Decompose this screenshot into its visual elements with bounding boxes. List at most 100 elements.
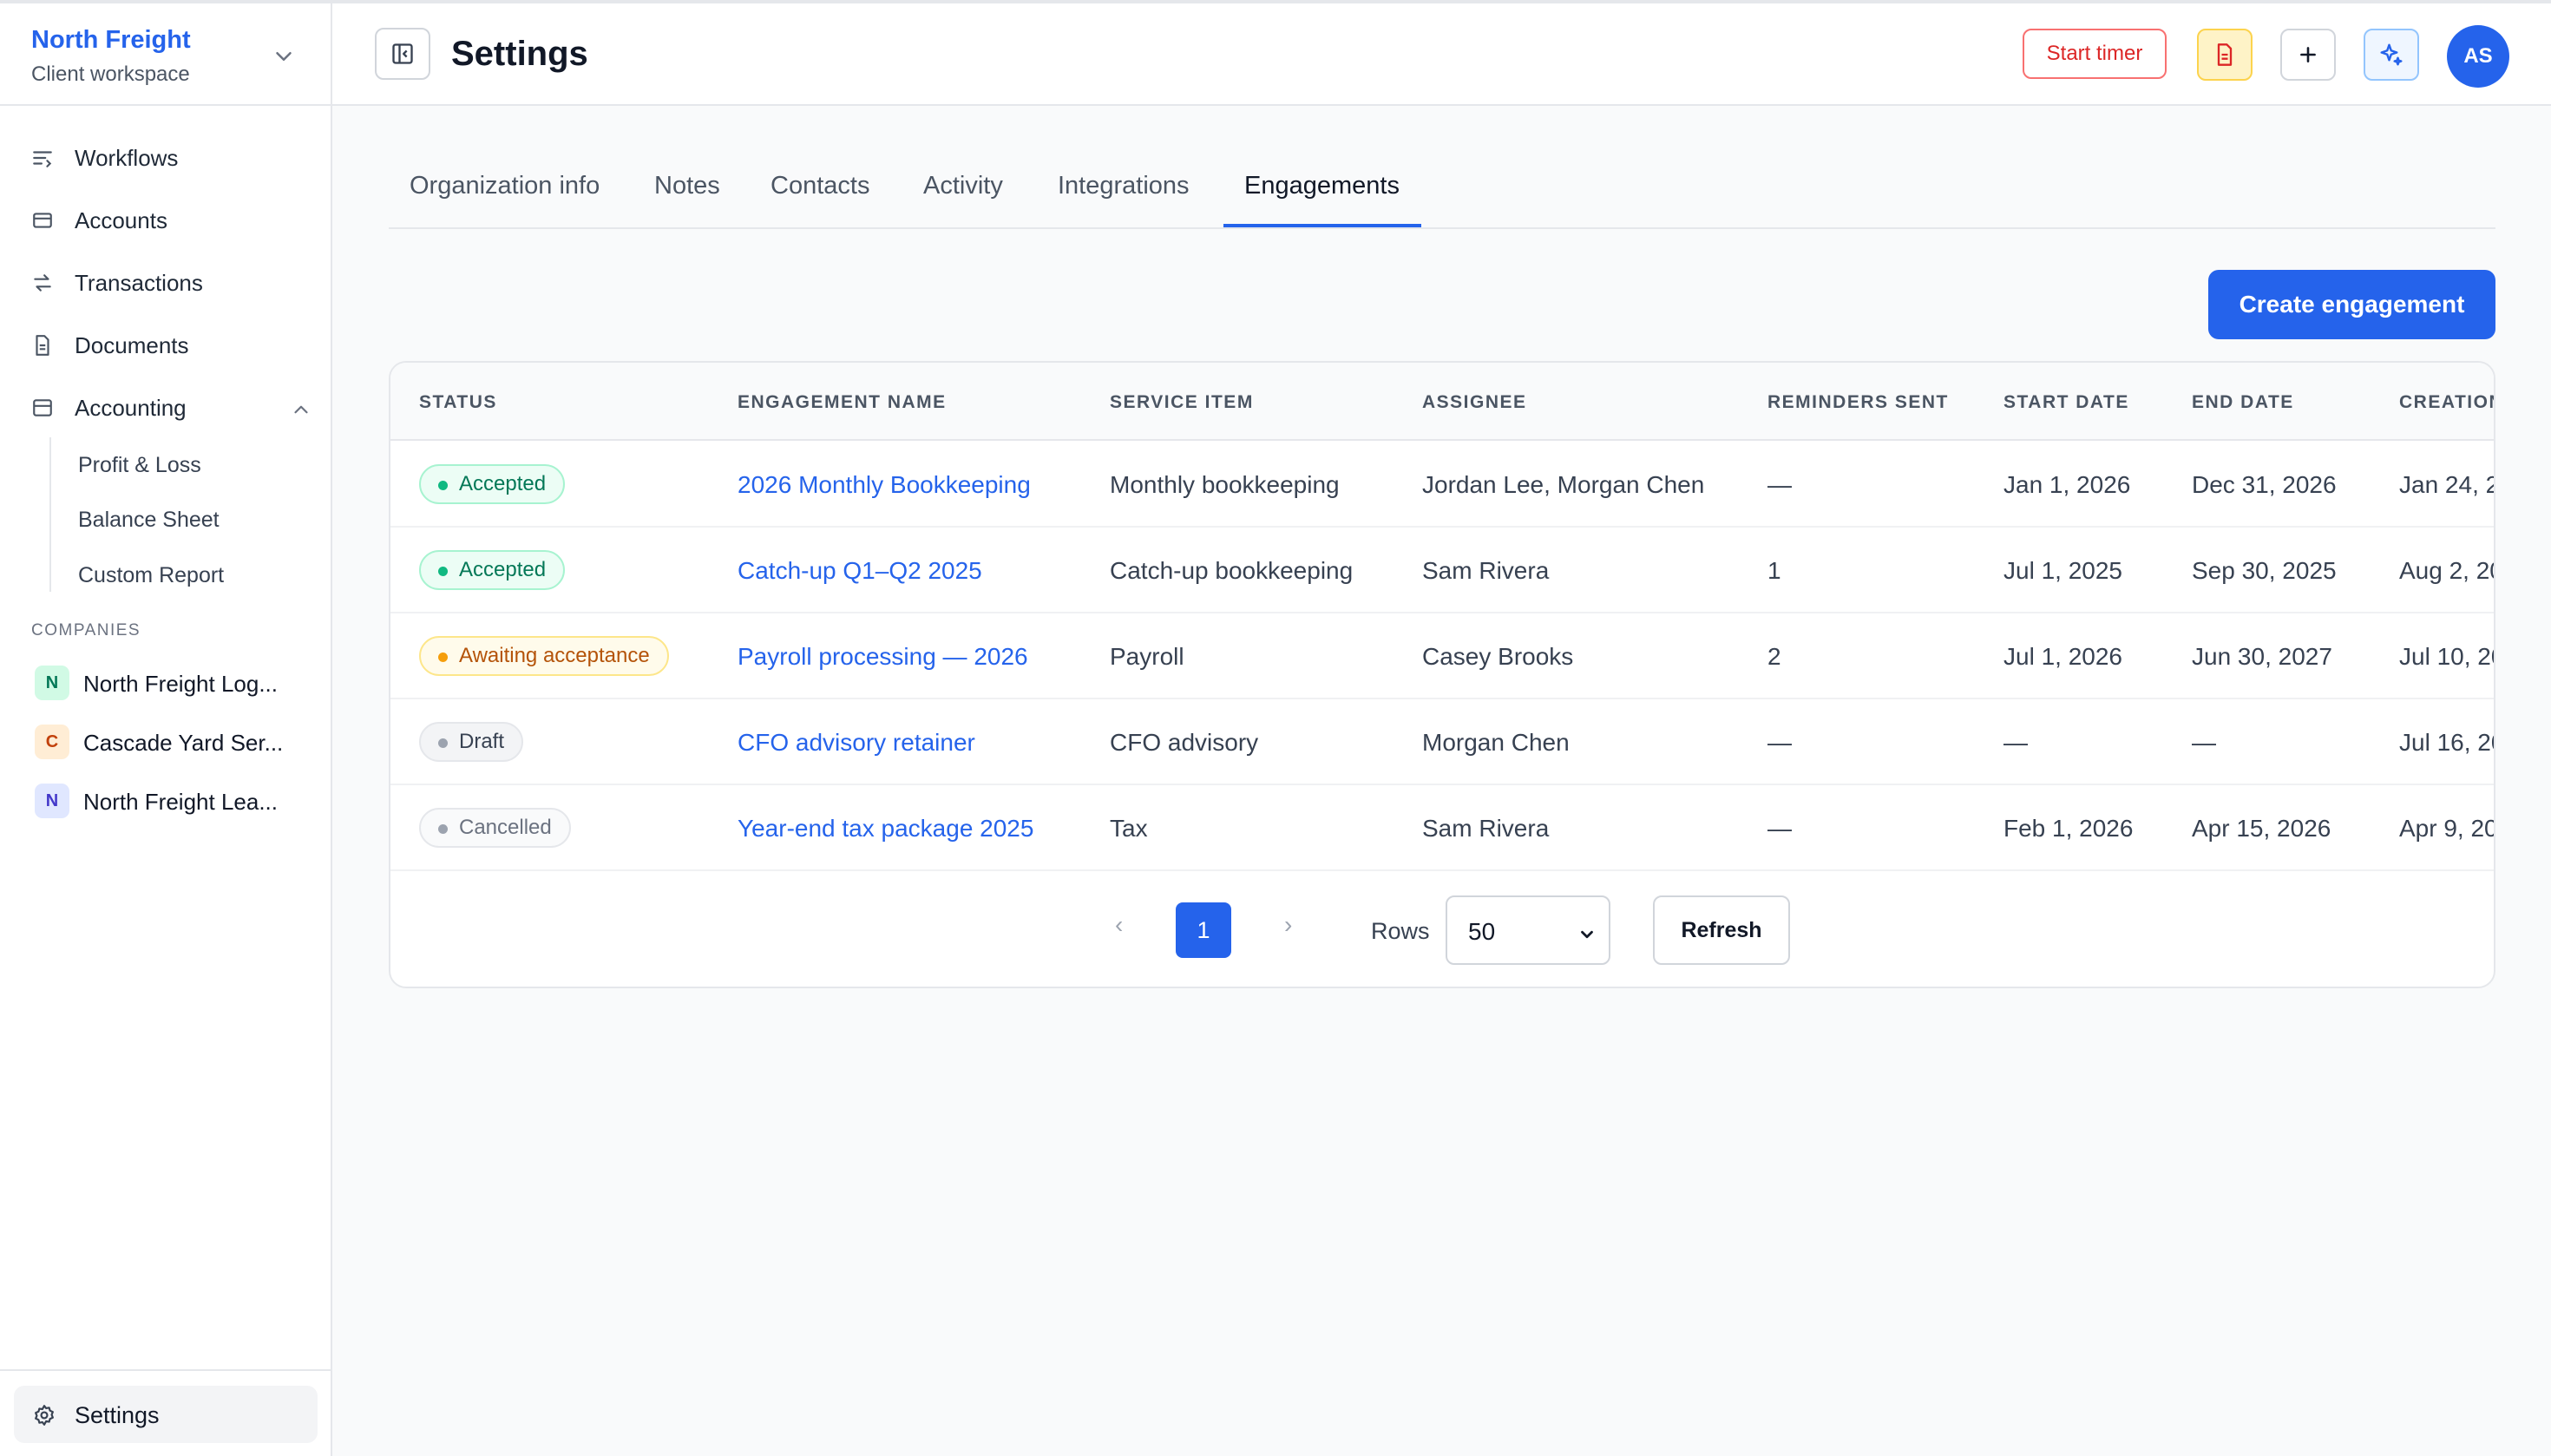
sidebar-item-accounting[interactable]: Accounting: [16, 383, 316, 431]
document-icon: [36, 335, 49, 356]
sidebar-item-label: Accounts: [75, 207, 167, 233]
engagement-name-link[interactable]: Year-end tax package 2025: [738, 815, 1033, 843]
arrows-swap-icon: [34, 274, 51, 292]
company-item[interactable]: N North Freight Lea...: [35, 782, 312, 820]
ai-assistant-button[interactable]: [2364, 29, 2419, 81]
sidebar: North Freight Client workspace Workflows…: [0, 0, 332, 1456]
sidebar-item-label: Transactions: [75, 270, 203, 296]
end-date: Jun 30, 2027: [2192, 643, 2332, 670]
column-header-start-date[interactable]: START DATE: [2003, 392, 2129, 413]
start-date: Jan 1, 2026: [2003, 471, 2131, 498]
rows-per-page-value: 50: [1468, 918, 1496, 945]
status-dot: [438, 567, 448, 576]
company-item[interactable]: C Cascade Yard Ser...: [35, 723, 312, 761]
company-badge: C: [35, 725, 69, 759]
avatar[interactable]: AS: [2447, 25, 2509, 88]
workspace-subtitle: Client workspace: [31, 62, 190, 86]
engagement-name-link[interactable]: Catch-up Q1–Q2 2025: [738, 557, 982, 585]
column-header-end-date[interactable]: END DATE: [2192, 392, 2294, 413]
column-header-status[interactable]: STATUS: [419, 392, 497, 413]
company-badge: N: [35, 784, 69, 818]
tab-organization-info[interactable]: Organization info: [410, 172, 600, 200]
plus-icon: [2300, 47, 2316, 62]
create-engagement-button[interactable]: Create engagement: [2208, 270, 2495, 339]
sidebar-item-label: Accounting: [75, 395, 187, 421]
credit-card-icon: [33, 213, 52, 228]
sidebar-toggle-icon: [392, 43, 413, 64]
service-item: Monthly bookkeeping: [1110, 471, 1340, 498]
sidebar-item-transactions[interactable]: Transactions: [16, 258, 316, 306]
workspace-switcher[interactable]: North Freight Client workspace: [0, 0, 331, 106]
status-dot: [438, 738, 448, 748]
end-date: —: [2192, 729, 2216, 756]
creation-date: Jan 24, 2: [2399, 471, 2495, 498]
submenu-rail: [49, 437, 51, 592]
sidebar-item-workflows[interactable]: Workflows: [16, 133, 316, 181]
table-row[interactable]: Draft CFO advisory retainer CFO advisory…: [390, 699, 2495, 785]
sidebar-item-balance-sheet[interactable]: Balance Sheet: [78, 508, 220, 533]
sidebar-item-custom-report[interactable]: Custom Report: [78, 563, 224, 588]
sidebar-item-accounts[interactable]: Accounts: [16, 195, 316, 244]
engagement-name-link[interactable]: 2026 Monthly Bookkeeping: [738, 471, 1031, 499]
creation-date: Jul 16, 20: [2399, 729, 2495, 756]
chevron-down-icon: [1581, 930, 1593, 939]
gear-icon: [35, 1405, 54, 1426]
rows-per-page-label: Rows: [1371, 918, 1430, 944]
table-row[interactable]: Accepted 2026 Monthly Bookkeeping Monthl…: [390, 442, 2495, 528]
page-1-button[interactable]: 1: [1176, 902, 1231, 958]
previous-page-button[interactable]: ‹: [1115, 911, 1123, 939]
sparkle-icon: [2380, 43, 2403, 66]
assignee: Sam Rivera: [1422, 815, 1550, 842]
tab-notes[interactable]: Notes: [654, 172, 720, 200]
tab-activity[interactable]: Activity: [923, 172, 1003, 200]
status-label: Draft: [459, 730, 505, 753]
chevron-down-icon: [276, 52, 292, 61]
ledger-icon: [33, 399, 52, 416]
sidebar-item-label: Documents: [75, 332, 189, 358]
sidebar-item-settings[interactable]: Settings: [14, 1386, 318, 1443]
next-page-button[interactable]: ›: [1284, 911, 1292, 939]
status-dot: [438, 824, 448, 834]
add-button[interactable]: [2280, 29, 2336, 81]
status-dot: [438, 653, 448, 662]
sidebar-item-documents[interactable]: Documents: [16, 320, 316, 369]
table-row[interactable]: Accepted Catch-up Q1–Q2 2025 Catch-up bo…: [390, 528, 2494, 613]
status-badge: Awaiting acceptance: [419, 636, 669, 676]
rows-per-page-select[interactable]: 50: [1446, 895, 1610, 965]
top-bar: Settings Start timer AS: [332, 0, 2551, 106]
status-label: Cancelled: [459, 816, 552, 839]
tab-contacts[interactable]: Contacts: [771, 172, 869, 200]
sidebar-item-profit-loss[interactable]: Profit & Loss: [78, 453, 201, 478]
column-header-assignee[interactable]: ASSIGNEE: [1422, 392, 1527, 413]
engagement-name-link[interactable]: Payroll processing — 2026: [738, 643, 1028, 671]
table-row[interactable]: Cancelled Year-end tax package 2025 Tax …: [390, 785, 2495, 871]
column-header-creation[interactable]: CREATION: [2399, 392, 2494, 413]
company-badge: N: [35, 666, 69, 700]
page-title: Settings: [451, 35, 588, 73]
end-date: Dec 31, 2026: [2192, 471, 2337, 498]
table-row[interactable]: Awaiting acceptance Payroll processing —…: [390, 613, 2494, 699]
start-date: Feb 1, 2026: [2003, 815, 2134, 842]
reminders-sent: —: [1767, 471, 1792, 498]
sidebar-item-label: Settings: [75, 1402, 160, 1428]
status-badge: Cancelled: [419, 808, 571, 848]
engagement-name-link[interactable]: CFO advisory retainer: [738, 729, 975, 757]
table-header: STATUS ENGAGEMENT NAME SERVICE ITEM ASSI…: [390, 363, 2494, 441]
creation-date: Apr 9, 20: [2399, 815, 2495, 842]
column-header-reminders-sent[interactable]: REMINDERS SENT: [1767, 392, 1949, 413]
column-header-service-item[interactable]: SERVICE ITEM: [1110, 392, 1254, 413]
document-button[interactable]: [2197, 29, 2253, 81]
sidebar-toggle-button[interactable]: [375, 28, 430, 80]
status-dot: [438, 481, 448, 490]
end-date: Sep 30, 2025: [2192, 557, 2337, 584]
start-timer-button[interactable]: Start timer: [2023, 29, 2167, 79]
document-icon: [2217, 43, 2233, 66]
status-label: Awaiting acceptance: [459, 644, 650, 667]
engagements-table: STATUS ENGAGEMENT NAME SERVICE ITEM ASSI…: [389, 361, 2495, 988]
column-header-engagement-name[interactable]: ENGAGEMENT NAME: [738, 392, 947, 413]
refresh-button[interactable]: Refresh: [1653, 895, 1790, 965]
company-item[interactable]: N North Freight Log...: [35, 664, 312, 702]
tab-engagements[interactable]: Engagements: [1244, 172, 1400, 200]
pagination: ‹ 1 › Rows 50 Refresh: [390, 871, 2494, 987]
tab-integrations[interactable]: Integrations: [1058, 172, 1190, 200]
